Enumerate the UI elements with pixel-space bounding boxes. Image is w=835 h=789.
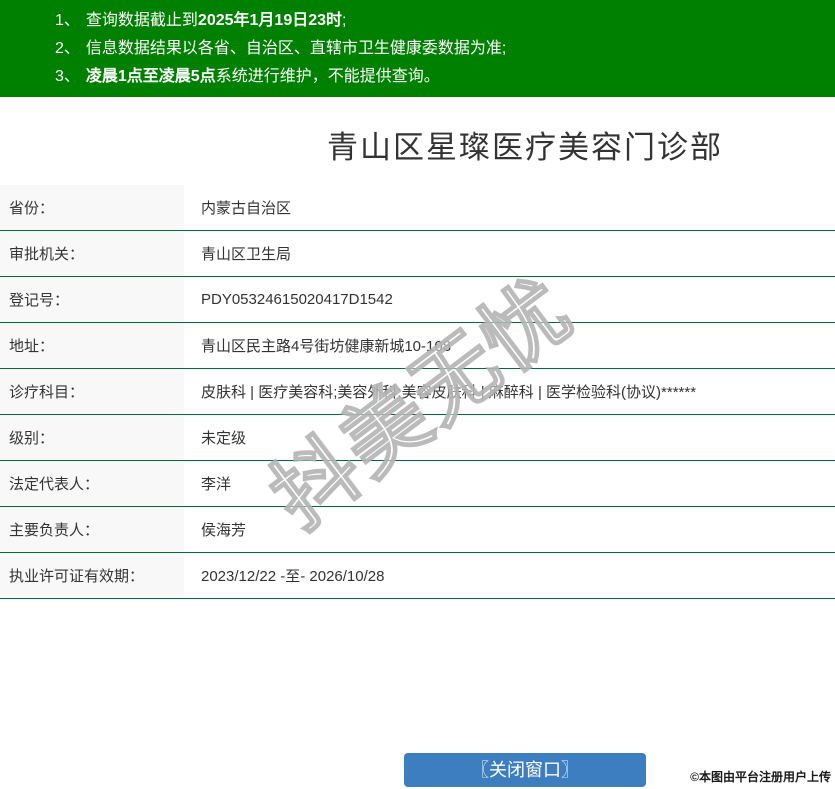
- row-label: 地址：: [0, 323, 184, 368]
- footer-area: 〖关闭窗口〗 ©本图由平台注册用户上传: [0, 753, 835, 787]
- notice-line-number: 1、: [55, 12, 80, 29]
- clinic-info-table: 省份： 内蒙古自治区 审批机关： 青山区卫生局 登记号： PDY05324615…: [0, 185, 835, 599]
- table-row-license-validity: 执业许可证有效期： 2023/12/22 -至- 2026/10/28: [0, 553, 835, 599]
- table-row-principal: 主要负责人： 侯海芳: [0, 507, 835, 553]
- table-row-departments: 诊疗科目： 皮肤科 | 医疗美容科;美容外科;美容皮肤科 | 麻醉科 | 医学检…: [0, 369, 835, 415]
- table-row-legal-representative: 法定代表人： 李洋: [0, 461, 835, 507]
- row-value: 李洋: [201, 476, 232, 493]
- row-label: 级别：: [0, 415, 184, 460]
- table-row-approval-authority: 审批机关： 青山区卫生局: [0, 231, 835, 277]
- query-result-page: 1、 查询数据截止到2025年1月19日23时; 2、 信息数据结果以各省、自治区、…: [0, 0, 835, 789]
- row-value: 皮肤科 | 医疗美容科;美容外科;美容皮肤科 | 麻醉科 | 医学检验科(协议)…: [201, 384, 697, 401]
- row-value: 2023/12/22 -至- 2026/10/28: [201, 568, 385, 585]
- notice-line-bold: 凌晨1点至凌晨5点: [85, 68, 216, 85]
- row-value: 侯海芳: [201, 522, 247, 539]
- notice-line-text: 查询数据截止到: [85, 12, 198, 29]
- notice-line-tail: ;: [501, 40, 507, 57]
- row-label: 执业许可证有效期：: [0, 553, 184, 598]
- row-value: 青山区卫生局: [201, 246, 292, 263]
- notice-line-tail: ;: [342, 12, 347, 29]
- notice-line-1: 1、 查询数据截止到2025年1月19日23时;: [55, 7, 825, 35]
- table-row-province: 省份： 内蒙古自治区: [0, 185, 835, 231]
- notice-line-number: 3、: [55, 68, 80, 85]
- row-label: 省份：: [0, 185, 184, 230]
- notice-line-tail: 系统进行维护，不能提供查询。: [215, 68, 440, 85]
- notice-line-text: 信息数据结果以各省、自治区、直辖市卫生健康委数据为准: [85, 40, 502, 57]
- notice-line-3: 3、 凌晨1点至凌晨5点系统进行维护，不能提供查询。: [55, 63, 825, 91]
- row-label: 登记号：: [0, 277, 184, 322]
- table-row-address: 地址： 青山区民主路4号街坊健康新城10-108: [0, 323, 835, 369]
- row-label: 主要负责人：: [0, 507, 184, 552]
- close-window-button[interactable]: 〖关闭窗口〗: [404, 753, 646, 787]
- copyright-note: ©本图由平台注册用户上传: [690, 770, 831, 784]
- row-label: 诊疗科目：: [0, 369, 184, 414]
- row-value: 内蒙古自治区: [201, 200, 292, 217]
- row-label: 审批机关：: [0, 231, 184, 276]
- notice-line-2: 2、 信息数据结果以各省、自治区、直辖市卫生健康委数据为准;: [55, 35, 825, 63]
- row-label: 法定代表人：: [0, 461, 184, 506]
- row-value: PDY05324615020417D1542: [201, 291, 393, 308]
- table-row-level: 级别： 未定级: [0, 415, 835, 461]
- row-value: 未定级: [201, 430, 247, 447]
- clinic-name-title: 青山区星璨医疗美容门诊部: [327, 130, 723, 165]
- notice-banner: 1、 查询数据截止到2025年1月19日23时; 2、 信息数据结果以各省、自治区、…: [0, 0, 835, 97]
- row-value: 青山区民主路4号街坊健康新城10-108: [201, 338, 452, 355]
- notice-line-bold: 2025年1月19日23时: [197, 12, 343, 29]
- table-row-registration-number: 登记号： PDY05324615020417D1542: [0, 277, 835, 323]
- title-area: 青山区星璨医疗美容门诊部: [215, 129, 835, 167]
- notice-line-number: 2、: [55, 40, 80, 57]
